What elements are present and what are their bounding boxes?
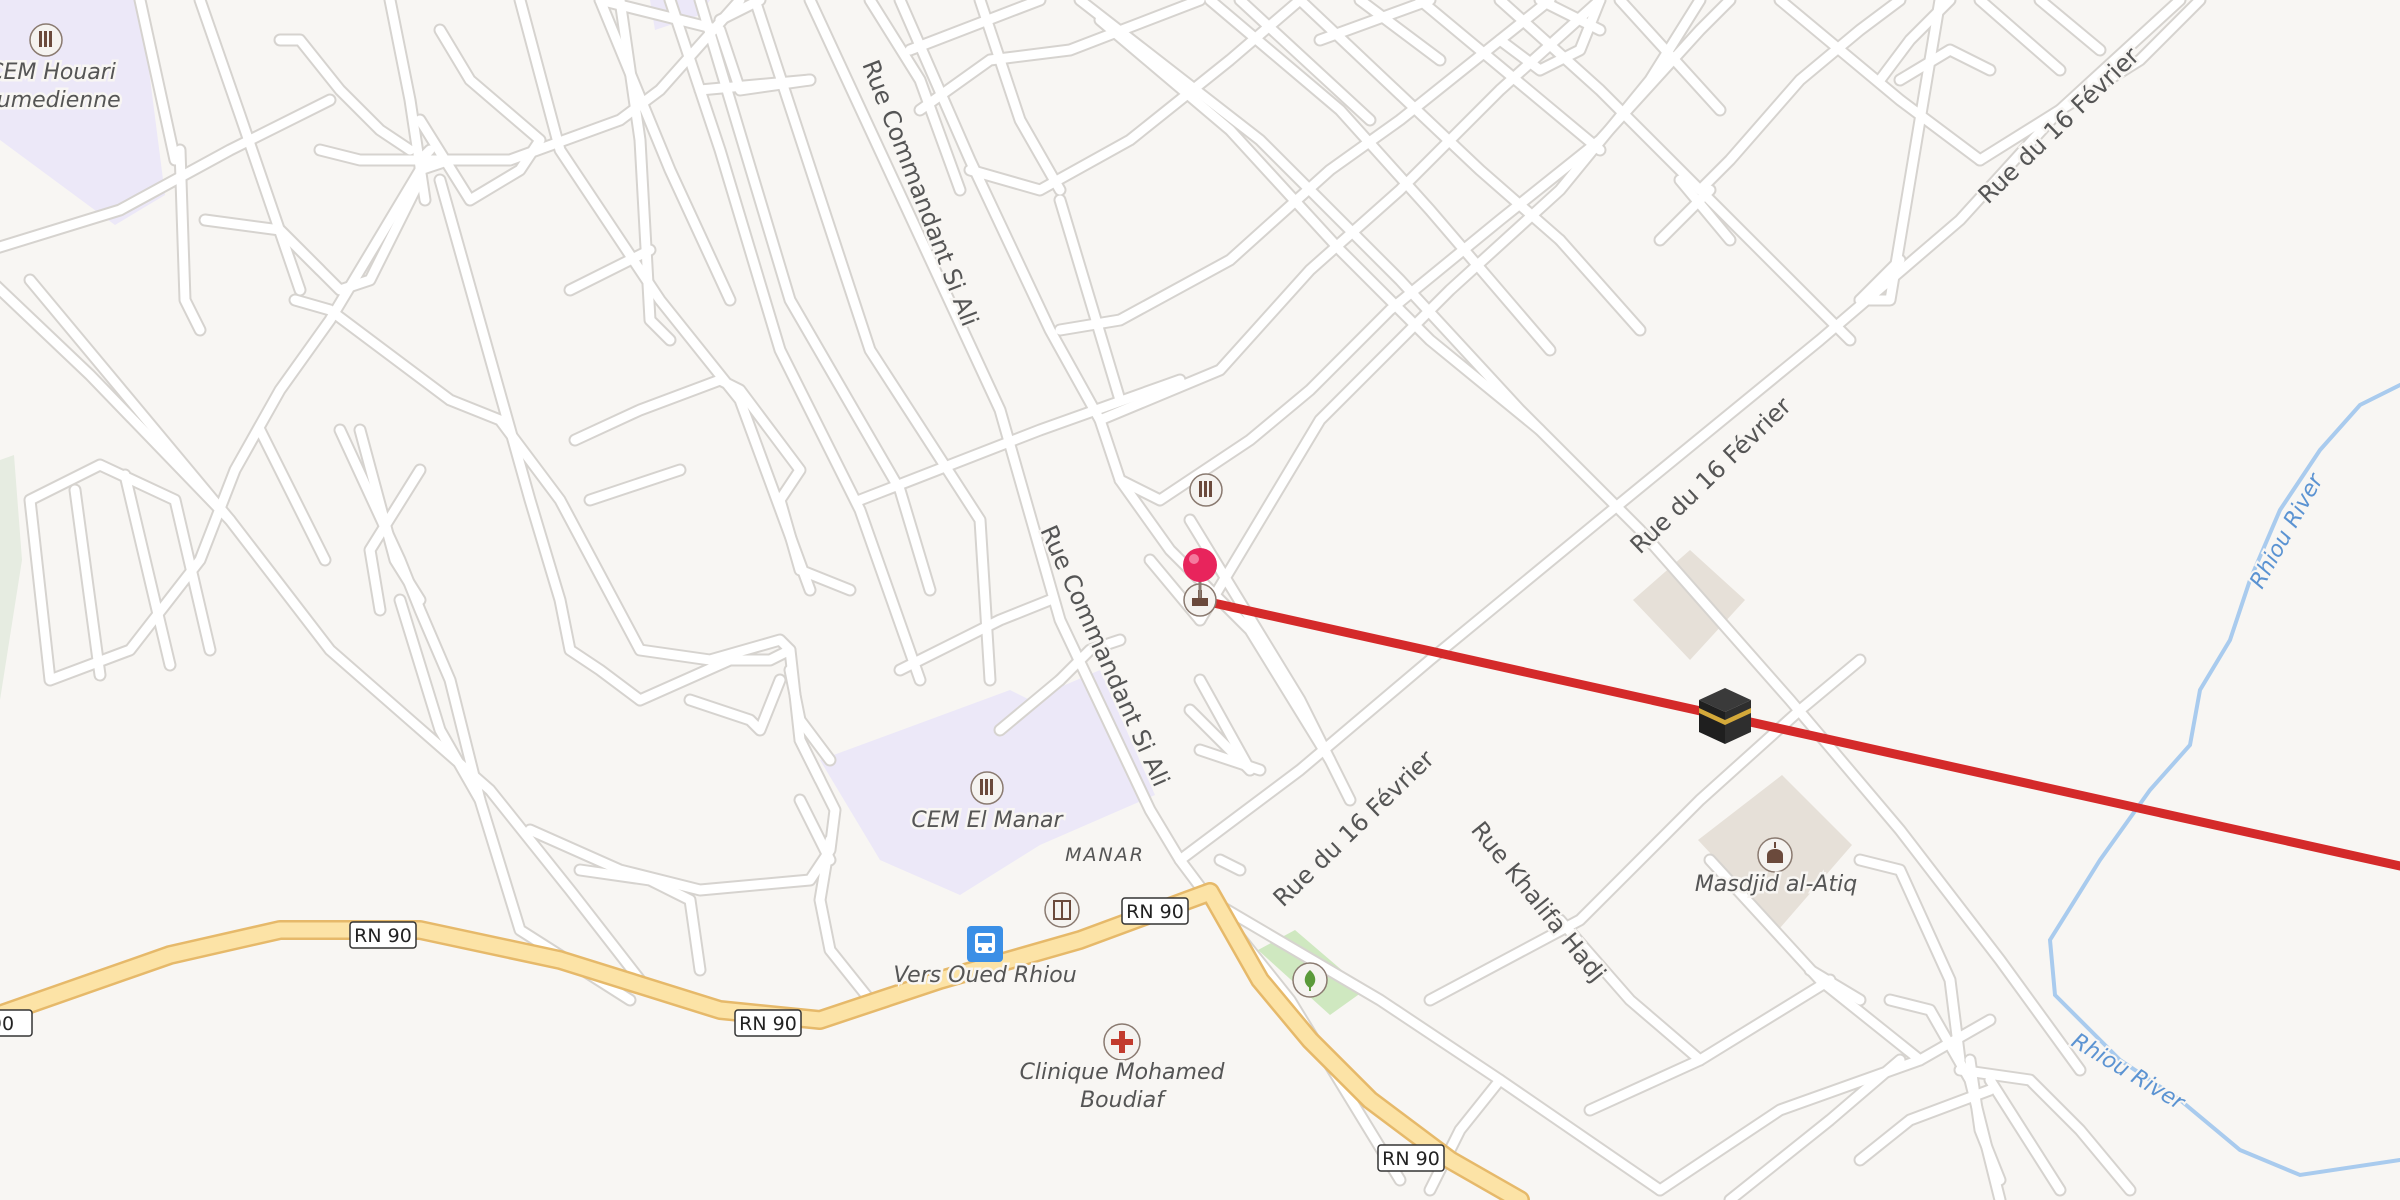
svg-text:RN 90: RN 90 <box>739 1013 797 1035</box>
school-icon[interactable] <box>970 771 1004 805</box>
park-icon[interactable] <box>1292 962 1328 998</box>
poi-label-cem-el-manar: CEM El Manar <box>911 808 1064 833</box>
route-shield: RN 90 <box>1377 1144 1445 1172</box>
route-shield: RN 90 <box>1121 897 1189 925</box>
building-icon[interactable] <box>1044 892 1080 928</box>
poi-label-clinic-1: Clinique Mohamed <box>1020 1060 1226 1085</box>
school-icon[interactable] <box>29 23 63 57</box>
svg-text:RN 90: RN 90 <box>354 925 412 947</box>
school-icon[interactable] <box>1189 473 1223 507</box>
poi-label-mosque: Masdjid al-Atiq <box>1695 872 1857 897</box>
svg-text:RN 90: RN 90 <box>1382 1148 1440 1170</box>
route-shield: RN 90 <box>734 1009 802 1037</box>
district-label-manar: MANAR <box>1065 844 1145 866</box>
map-canvas[interactable]: Rue Commandant Si Ali Rue Commandant Si … <box>0 0 2400 1200</box>
svg-text:90: 90 <box>0 1013 14 1035</box>
poi-label-clinic-2: Boudiaf <box>1080 1088 1167 1113</box>
hospital-icon[interactable] <box>1103 1023 1141 1061</box>
river-label-north: Rhiou River <box>2245 468 2329 593</box>
bus-stop-icon[interactable] <box>967 926 1003 962</box>
building-north <box>1633 550 1745 660</box>
route-shield: 90 <box>0 1009 33 1037</box>
svg-text:RN 90: RN 90 <box>1126 901 1184 923</box>
kaaba-qibla-icon[interactable] <box>1699 688 1751 744</box>
poi-label-bus-stop: Vers Oued Rhiou <box>893 963 1076 988</box>
mosque-icon[interactable] <box>1757 837 1793 873</box>
route-shield: RN 90 <box>349 921 417 949</box>
green-edge <box>0 455 22 700</box>
poi-label-cem-houari-1: CEM Houari <box>0 60 116 85</box>
street-fills <box>0 0 2205 1200</box>
poi-label-cem-houari-2: oumedienne <box>0 88 121 113</box>
